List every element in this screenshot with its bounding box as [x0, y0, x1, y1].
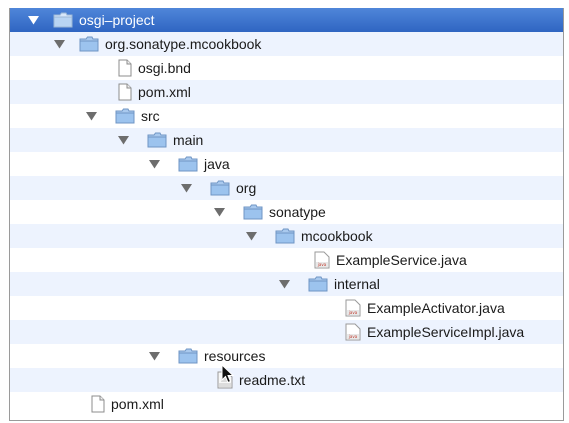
project-tree[interactable]: osgi–project org.sonatype.mcookbook osgi… [9, 8, 564, 421]
tree-item-label: ExampleService.java [336, 252, 467, 268]
tree-row-sonatype[interactable]: sonatype [10, 200, 563, 224]
tree-row-org-sonatype-mcookbook[interactable]: org.sonatype.mcookbook [10, 32, 563, 56]
folder-icon [115, 108, 135, 124]
disclosure-expanded-icon[interactable] [117, 134, 129, 146]
tree-item-label: osgi.bnd [138, 60, 191, 76]
disclosure-expanded-icon[interactable] [278, 278, 290, 290]
tree-item-label: ExampleServiceImpl.java [367, 324, 525, 340]
tree-item-label: org [236, 180, 257, 196]
folder-icon [178, 156, 198, 172]
java-file-icon: java [345, 323, 361, 341]
folder-icon [178, 348, 198, 364]
folder-icon [275, 228, 295, 244]
disclosure-expanded-icon[interactable] [180, 182, 192, 194]
disclosure-expanded-icon[interactable] [148, 350, 160, 362]
disclosure-expanded-icon[interactable] [85, 110, 97, 122]
document-icon [118, 83, 132, 101]
tree-row-internal[interactable]: internal [10, 272, 563, 296]
tree-row-exampleserviceimpl-java[interactable]: java ExampleServiceImpl.java [10, 320, 563, 344]
svg-text:java: java [348, 334, 358, 339]
tree-row-java[interactable]: java [10, 152, 563, 176]
java-file-icon: java [314, 251, 330, 269]
tree-row-osgi-bnd[interactable]: osgi.bnd [10, 56, 563, 80]
tree-item-label: sonatype [269, 204, 326, 220]
tree-row-readme-txt[interactable]: readme.txt [10, 368, 563, 392]
document-icon [91, 395, 105, 413]
tree-item-label: pom.xml [111, 396, 164, 412]
folder-icon [243, 204, 263, 220]
folder-icon [53, 12, 73, 28]
disclosure-expanded-icon[interactable] [213, 206, 225, 218]
tree-row-main[interactable]: main [10, 128, 563, 152]
tree-row-pom-xml[interactable]: pom.xml [10, 80, 563, 104]
tree-row-src[interactable]: src [10, 104, 563, 128]
tree-item-label: main [173, 132, 204, 148]
disclosure-expanded-icon[interactable] [27, 14, 39, 26]
tree-item-label: osgi–project [79, 12, 155, 28]
tree-item-label: internal [334, 276, 380, 292]
tree-row-org[interactable]: org [10, 176, 563, 200]
folder-icon [210, 180, 230, 196]
svg-text:java: java [348, 310, 358, 315]
folder-icon [79, 36, 99, 52]
tree-item-label: ExampleActivator.java [367, 300, 505, 316]
folder-icon [308, 276, 328, 292]
disclosure-expanded-icon[interactable] [245, 230, 257, 242]
svg-text:java: java [317, 262, 327, 267]
mouse-cursor-icon [221, 363, 235, 384]
disclosure-expanded-icon[interactable] [53, 38, 65, 50]
tree-item-label: java [204, 156, 230, 172]
tree-row-osgi-project[interactable]: osgi–project [10, 8, 563, 32]
tree-row-exampleactivator-java[interactable]: java ExampleActivator.java [10, 296, 563, 320]
tree-row-root-pom-xml[interactable]: pom.xml [10, 392, 563, 416]
folder-icon [147, 132, 167, 148]
tree-item-label: org.sonatype.mcookbook [105, 36, 262, 52]
tree-item-label: readme.txt [239, 372, 306, 388]
tree-item-label: src [141, 108, 160, 124]
tree-item-label: mcookbook [301, 228, 373, 244]
java-file-icon: java [345, 299, 361, 317]
document-icon [118, 59, 132, 77]
tree-row-mcookbook[interactable]: mcookbook [10, 224, 563, 248]
disclosure-expanded-icon[interactable] [148, 158, 160, 170]
tree-row-resources[interactable]: resources [10, 344, 563, 368]
tree-item-label: pom.xml [138, 84, 191, 100]
tree-row-exampleservice-java[interactable]: java ExampleService.java [10, 248, 563, 272]
